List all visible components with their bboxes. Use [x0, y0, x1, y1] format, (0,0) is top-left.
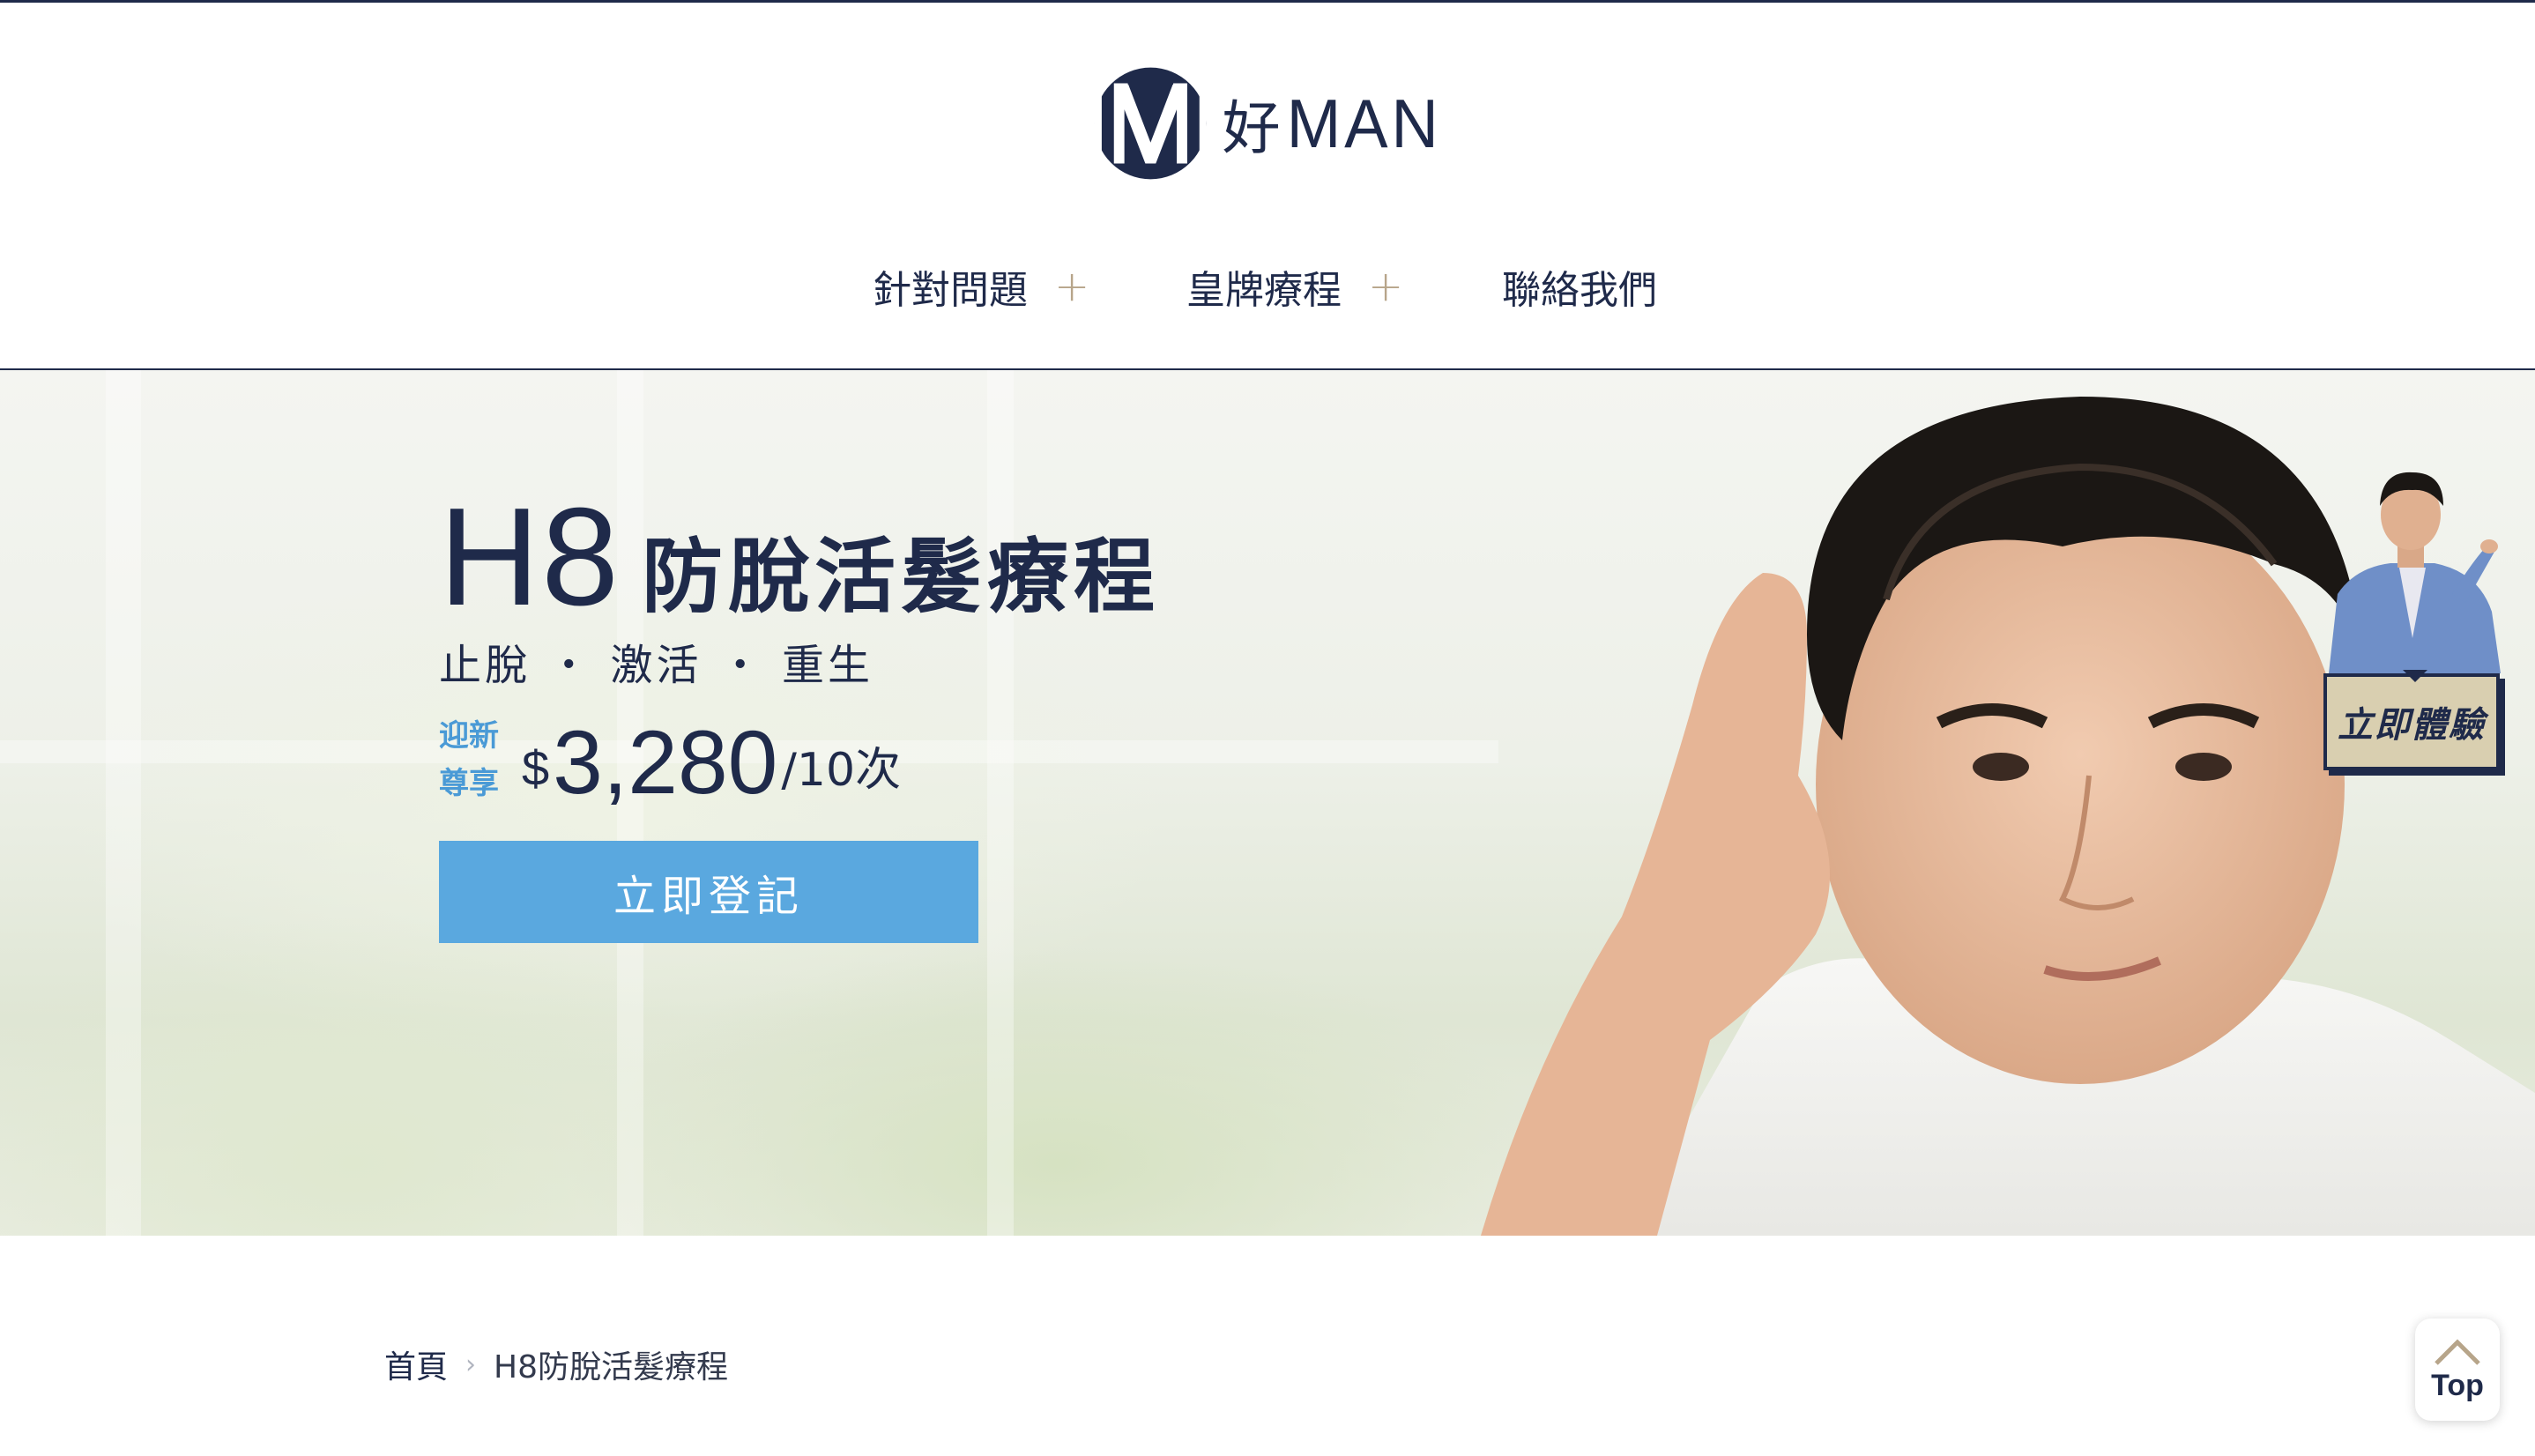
chevron-right-icon: › — [465, 1348, 477, 1380]
price-unit: /10次 — [781, 744, 902, 797]
breadcrumb-home-link[interactable]: 首頁 — [384, 1341, 448, 1387]
nav-item-label: 皇牌療程 — [1186, 268, 1342, 313]
promo-try-now-button[interactable]: 立即體驗 — [2323, 673, 2500, 770]
register-button[interactable]: 立即登記 — [439, 841, 978, 943]
promo-spokesman-image — [2329, 472, 2501, 673]
price-tag-line: 迎新 — [439, 718, 499, 754]
price-tag-line: 尊享 — [439, 766, 499, 801]
logo-text-en: MAN — [1286, 84, 1442, 162]
breadcrumb: 首頁 › H8防脫活髮療程 — [384, 1341, 728, 1387]
hero-banner: H8 防脫活髮療程 止脫 ・ 激活 ・ 重生 迎新 尊享 $ 3,280 /10… — [0, 370, 2535, 1236]
nav-item-label: 針對問題 — [873, 268, 1028, 313]
nav-item-treatments[interactable]: 皇牌療程 + — [1186, 256, 1403, 317]
hero-subtitle: 止脫 ・ 激活 ・ 重生 — [439, 641, 874, 690]
nav-item-contact[interactable]: 聯絡我們 — [1502, 256, 1657, 317]
hero-title-code: H8 — [439, 479, 621, 635]
floating-promo[interactable]: 立即體驗 — [2320, 462, 2505, 783]
promo-label: 立即體驗 — [2338, 705, 2486, 746]
nav-item-problems[interactable]: 針對問題 + — [873, 256, 1089, 317]
logo-m-icon — [1094, 67, 1207, 180]
hero-title-zh: 防脫活髮療程 — [641, 530, 1160, 624]
plus-icon[interactable]: + — [1368, 262, 1403, 311]
breadcrumb-current: H8防脫活髮療程 — [494, 1349, 728, 1385]
plus-icon[interactable]: + — [1054, 262, 1089, 311]
price-currency: $ — [522, 740, 550, 796]
chevron-up-icon — [2435, 1338, 2480, 1365]
hero-price: 迎新 尊享 $ 3,280 /10次 — [439, 712, 901, 807]
top-border — [0, 0, 2535, 3]
promo-notch — [2403, 670, 2427, 682]
back-to-top-button[interactable]: Top — [2415, 1319, 2500, 1421]
back-to-top-label: Top — [2431, 1368, 2484, 1402]
site-logo[interactable]: 好 MAN — [1093, 62, 1446, 185]
main-nav: 針對問題 + 皇牌療程 + 聯絡我們 — [0, 256, 2535, 317]
nav-item-label: 聯絡我們 — [1502, 268, 1657, 313]
background-window-frame — [106, 370, 141, 1236]
price-tag: 迎新 尊享 — [439, 712, 499, 807]
price-amount: 3,280 — [553, 712, 778, 813]
logo-text-zh: 好 — [1222, 94, 1282, 162]
hero-title: H8 防脫活髮療程 — [439, 478, 1160, 637]
